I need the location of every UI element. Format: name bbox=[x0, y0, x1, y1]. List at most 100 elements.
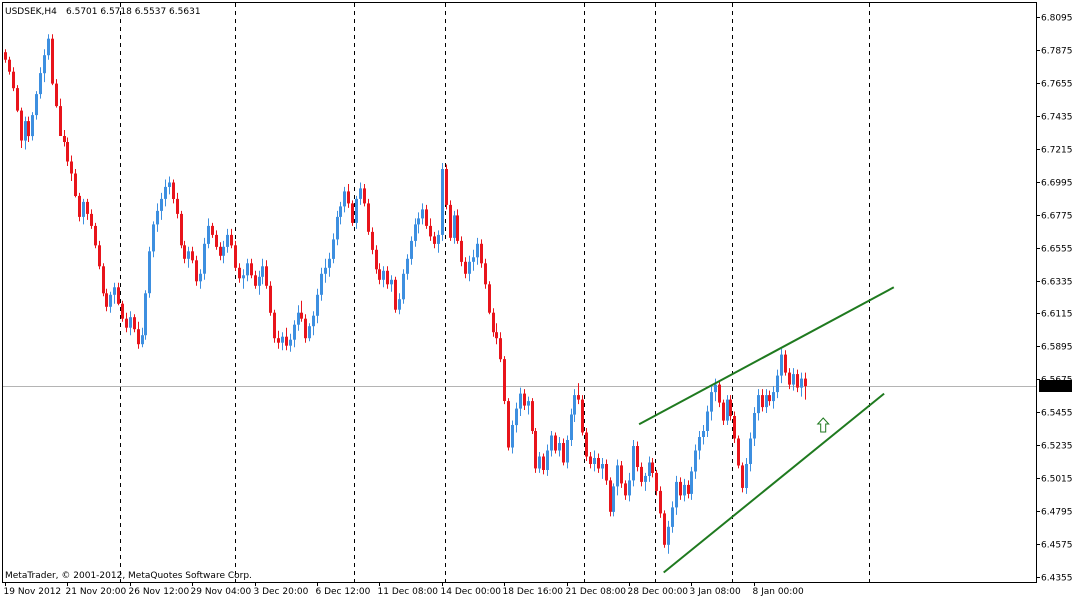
bearish-candle-body bbox=[277, 338, 280, 343]
bearish-candle-body bbox=[718, 384, 721, 403]
bullish-candle-body bbox=[258, 276, 261, 286]
bearish-candle-body bbox=[180, 213, 183, 246]
bullish-candle-body bbox=[242, 275, 245, 279]
bullish-candle-body bbox=[628, 480, 631, 496]
bullish-candle-body bbox=[82, 201, 85, 217]
bearish-candle-body bbox=[523, 393, 526, 406]
y-tick-label: 6.4355 bbox=[1041, 574, 1073, 584]
bearish-candle-body bbox=[636, 446, 639, 467]
bearish-candle-body bbox=[102, 266, 105, 294]
price-chart[interactable]: 6.8095 6.7875 6.7655 6.7435 6.7215 6.6995 6.67… bbox=[0, 0, 1075, 599]
bearish-candle-body bbox=[16, 88, 19, 111]
bullish-candle-body bbox=[47, 38, 50, 56]
bearish-candle-body bbox=[94, 225, 97, 246]
bullish-candle-body bbox=[698, 437, 701, 451]
bullish-candle-body bbox=[24, 121, 27, 141]
bearish-candle-body bbox=[238, 267, 241, 279]
bullish-candle-body bbox=[421, 209, 424, 219]
bullish-candle-body bbox=[164, 186, 167, 199]
x-tick-label: 28 Dec 00:00 bbox=[628, 587, 689, 597]
bullish-candle-body bbox=[410, 240, 413, 259]
bearish-candle-body bbox=[63, 136, 66, 142]
bullish-candle-body bbox=[168, 182, 171, 187]
bearish-candle-body bbox=[488, 284, 491, 313]
bearish-candle-body bbox=[737, 438, 740, 466]
bearish-candle-body bbox=[211, 225, 214, 235]
bearish-candle-body bbox=[183, 245, 186, 259]
bullish-candle-body bbox=[644, 475, 647, 482]
bullish-candle-body bbox=[312, 315, 315, 327]
bullish-candle-body bbox=[550, 435, 553, 451]
bearish-candle-body bbox=[265, 266, 268, 286]
bearish-candle-body bbox=[581, 399, 584, 433]
bearish-candle-body bbox=[51, 38, 54, 84]
y-tick-label: 6.4575 bbox=[1041, 541, 1073, 551]
bullish-candle-body bbox=[745, 464, 748, 488]
symbol-label: USDSEK,H4 bbox=[5, 7, 57, 17]
bullish-candle-body bbox=[148, 251, 151, 294]
bearish-candle-body bbox=[640, 466, 643, 482]
time-axis[interactable]: 19 Nov 2012 21 Nov 20:00 26 Nov 12:00 29 No… bbox=[4, 582, 805, 597]
bullish-candle-body bbox=[261, 266, 264, 277]
bullish-candle-body bbox=[792, 374, 795, 385]
bearish-candle-body bbox=[589, 456, 592, 464]
bearish-candle-body bbox=[386, 270, 389, 285]
bullish-candle-body bbox=[519, 393, 522, 409]
y-tick-label: 6.5895 bbox=[1041, 343, 1073, 353]
bullish-candle-body bbox=[109, 294, 112, 307]
bullish-candle-body bbox=[160, 198, 163, 211]
bullish-candle-body bbox=[414, 224, 417, 241]
bearish-candle-body bbox=[663, 513, 666, 545]
bullish-candle-body bbox=[398, 299, 401, 310]
x-tick-label: 21 Nov 20:00 bbox=[66, 587, 127, 597]
up-arrow-shape[interactable] bbox=[816, 417, 830, 433]
bearish-candle-body bbox=[378, 269, 381, 280]
bullish-candle-body bbox=[468, 261, 471, 274]
bullish-candle-body bbox=[35, 94, 38, 116]
bullish-candle-body bbox=[437, 234, 440, 244]
bullish-candle-body bbox=[226, 234, 229, 247]
bullish-candle-body bbox=[683, 484, 686, 496]
bearish-candle-body bbox=[480, 243, 483, 264]
bearish-candle-body bbox=[363, 188, 366, 204]
bullish-candle-body bbox=[573, 395, 576, 415]
bearish-candle-body bbox=[70, 161, 73, 174]
bearish-candle-body bbox=[425, 209, 428, 226]
bullish-candle-body bbox=[39, 73, 42, 95]
bearish-candle-body bbox=[577, 395, 580, 400]
bullish-candle-body bbox=[757, 395, 760, 414]
bullish-candle-body bbox=[328, 258, 331, 268]
trendline[interactable] bbox=[663, 392, 885, 574]
bullish-candle-body bbox=[800, 378, 803, 388]
bullish-candle-body bbox=[199, 273, 202, 282]
bearish-candle-body bbox=[531, 401, 534, 431]
x-tick-label: 29 Nov 04:00 bbox=[191, 587, 252, 597]
bearish-candle-body bbox=[507, 401, 510, 448]
bullish-candle-body bbox=[156, 210, 159, 225]
bearish-candle-body bbox=[605, 464, 608, 481]
bearish-candle-body bbox=[8, 59, 11, 72]
bullish-candle-body bbox=[702, 431, 705, 437]
price-axis[interactable]: 6.8095 6.7875 6.7655 6.7435 6.7215 6.6995 6.67… bbox=[1036, 14, 1073, 584]
x-tick-label: 14 Dec 00:00 bbox=[441, 587, 502, 597]
bullish-candle-body bbox=[320, 273, 323, 295]
bullish-candle-body bbox=[453, 215, 456, 238]
bearish-candle-body bbox=[609, 480, 612, 512]
bearish-candle-body bbox=[66, 142, 69, 162]
bullish-candle-body bbox=[293, 324, 296, 340]
bearish-candle-body bbox=[133, 317, 136, 330]
up-arrow-icon[interactable] bbox=[816, 417, 830, 433]
bearish-candle-body bbox=[254, 275, 257, 286]
bullish-candle-body bbox=[144, 293, 147, 336]
bullish-candle-body bbox=[390, 279, 393, 285]
bearish-candle-body bbox=[304, 318, 307, 339]
bearish-candle-body bbox=[20, 110, 23, 141]
bearish-candle-body bbox=[429, 225, 432, 237]
bearish-candle-body bbox=[456, 215, 459, 241]
bullish-candle-body bbox=[714, 384, 717, 393]
bearish-candle-body bbox=[347, 191, 350, 204]
bearish-candle-body bbox=[733, 416, 736, 439]
trendlines[interactable] bbox=[638, 286, 895, 574]
bearish-candle-body bbox=[554, 435, 557, 451]
bullish-candle-body bbox=[566, 440, 569, 463]
